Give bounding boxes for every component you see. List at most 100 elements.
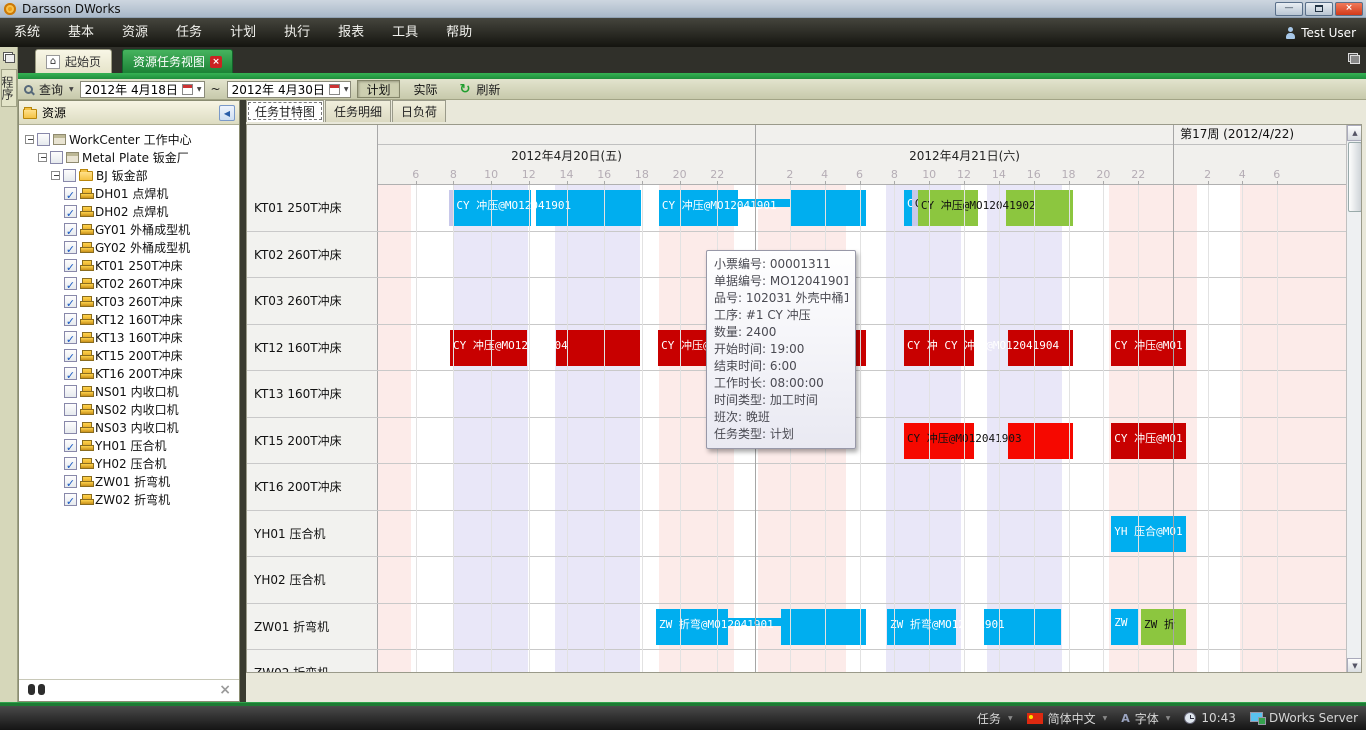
tree-item[interactable]: ZW01 折弯机 <box>19 472 239 490</box>
tree-checkbox[interactable] <box>64 367 77 380</box>
tree-item[interactable]: ZW02 折弯机 <box>19 490 239 508</box>
app-logo-gear-icon <box>4 3 16 15</box>
tree-item[interactable]: KT12 160T冲床 <box>19 310 239 328</box>
tree-checkbox[interactable] <box>64 223 77 236</box>
tree-item[interactable]: KT15 200T冲床 <box>19 346 239 364</box>
tree-item[interactable]: KT03 260T冲床 <box>19 292 239 310</box>
collapse-node-icon[interactable] <box>51 171 60 180</box>
window-list-icon[interactable] <box>1348 53 1360 64</box>
tree-item[interactable]: YH01 压合机 <box>19 436 239 454</box>
vertical-scrollbar[interactable]: ▲ ▼ <box>1346 125 1362 673</box>
tree-item[interactable]: WorkCenter 工作中心 <box>19 130 239 148</box>
gantt-tab-3[interactable]: 日负荷 <box>392 100 446 122</box>
tree-item[interactable]: DH02 点焊机 <box>19 202 239 220</box>
tree-checkbox[interactable] <box>64 439 77 452</box>
tab-resource-task-view[interactable]: 资源任务视图 <box>122 49 233 73</box>
tree-item[interactable]: KT01 250T冲床 <box>19 256 239 274</box>
close-button[interactable]: × <box>1335 2 1363 16</box>
tree-checkbox[interactable] <box>64 331 77 344</box>
menu-item-5[interactable]: 计划 <box>216 18 270 47</box>
tab-start-page[interactable]: 起始页 <box>35 49 112 73</box>
tree-checkbox[interactable] <box>64 205 77 218</box>
tree-item[interactable]: DH01 点焊机 <box>19 184 239 202</box>
status-item-clipboard[interactable]: 任务 <box>972 710 1013 727</box>
tree-checkbox[interactable] <box>64 259 77 272</box>
tree-checkbox[interactable] <box>64 457 77 470</box>
status-item-clock[interactable]: 10:43 <box>1184 711 1236 725</box>
menu-item-7[interactable]: 报表 <box>324 18 378 47</box>
tree-checkbox[interactable] <box>64 241 77 254</box>
vertical-scroll-thumb[interactable] <box>1348 142 1362 212</box>
date-from-dropdown-icon[interactable]: ▼ <box>197 86 202 93</box>
collapse-node-icon[interactable] <box>25 135 34 144</box>
tree-checkbox[interactable] <box>64 349 77 362</box>
tree-checkbox[interactable] <box>63 169 76 182</box>
tree-item-label: DH02 点焊机 <box>95 203 168 220</box>
tree-item[interactable]: BJ 钣金部 <box>19 166 239 184</box>
panel-close-icon[interactable] <box>219 682 231 698</box>
tree-checkbox[interactable] <box>64 403 77 416</box>
status-item-server[interactable]: DWorks Server <box>1250 711 1358 725</box>
program-panel-tab[interactable]: 程序 <box>1 69 17 107</box>
tree-item[interactable]: YH02 压合机 <box>19 454 239 472</box>
task-bar-label: CY 冲压@MO12041902 <box>918 197 1073 213</box>
date-from-field[interactable]: 2012年 4月18日 ▼ <box>80 81 205 98</box>
find-icon[interactable] <box>28 684 45 696</box>
menu-item-3[interactable]: 资源 <box>108 18 162 47</box>
status-item-flag[interactable]: 简体中文 <box>1027 710 1108 727</box>
menu-item-9[interactable]: 帮助 <box>432 18 486 47</box>
query-dropdown-icon[interactable]: ▼ <box>69 86 74 93</box>
tree-item[interactable]: GY01 外桶成型机 <box>19 220 239 238</box>
menu-item-8[interactable]: 工具 <box>378 18 432 47</box>
status-item-label: DWorks Server <box>1269 711 1358 725</box>
plan-toggle-button[interactable]: 计划 <box>357 80 399 98</box>
tree-checkbox[interactable] <box>64 493 77 506</box>
shift-band <box>555 371 640 417</box>
tree-checkbox[interactable] <box>64 385 77 398</box>
dock-windows-icon[interactable] <box>3 52 15 63</box>
tree-item[interactable]: KT13 160T冲床 <box>19 328 239 346</box>
calendar-icon[interactable] <box>329 84 340 95</box>
scroll-down-icon[interactable]: ▼ <box>1347 658 1362 673</box>
tree-item[interactable]: Metal Plate 钣金厂 <box>19 148 239 166</box>
tree-checkbox[interactable] <box>64 421 77 434</box>
tree-checkbox[interactable] <box>64 187 77 200</box>
collapse-node-icon[interactable] <box>38 153 47 162</box>
tree-checkbox[interactable] <box>50 151 63 164</box>
tree-checkbox[interactable] <box>64 277 77 290</box>
refresh-button[interactable]: 刷新 <box>476 81 500 98</box>
tree-item[interactable]: NS03 内收口机 <box>19 418 239 436</box>
gantt-corner-cell <box>247 125 378 185</box>
tree-item[interactable]: NS01 内收口机 <box>19 382 239 400</box>
tree-item[interactable]: NS02 内收口机 <box>19 400 239 418</box>
tree-checkbox[interactable] <box>64 295 77 308</box>
gantt-tab-1[interactable]: 任务甘特图 <box>246 100 324 122</box>
collapse-panel-button[interactable] <box>219 105 235 121</box>
minimize-button[interactable]: — <box>1275 2 1303 16</box>
machine-icon <box>80 367 92 380</box>
tree-item[interactable]: KT16 200T冲床 <box>19 364 239 382</box>
status-item-font[interactable]: A字体 <box>1121 710 1170 727</box>
tree-item[interactable]: KT02 260T冲床 <box>19 274 239 292</box>
building-icon <box>66 152 79 163</box>
scroll-up-icon[interactable]: ▲ <box>1347 125 1362 141</box>
menu-item-1[interactable]: 系统 <box>0 18 54 47</box>
tree-checkbox[interactable] <box>37 133 50 146</box>
menu-item-6[interactable]: 执行 <box>270 18 324 47</box>
query-button[interactable]: 查询 <box>39 81 63 98</box>
shift-band <box>1240 557 1346 603</box>
date-to-dropdown-icon[interactable]: ▼ <box>344 86 349 93</box>
menu-item-4[interactable]: 任务 <box>162 18 216 47</box>
tree-checkbox[interactable] <box>64 313 77 326</box>
menu-item-2[interactable]: 基本 <box>54 18 108 47</box>
date-to-field[interactable]: 2012年 4月30日 ▼ <box>227 81 352 98</box>
status-bar: 任务简体中文 A字体 10:43 DWorks Server <box>0 706 1366 730</box>
calendar-icon[interactable] <box>182 84 193 95</box>
shift-band <box>1240 185 1346 231</box>
actual-toggle-button[interactable]: 实际 <box>406 80 446 98</box>
maximize-button[interactable] <box>1305 2 1333 16</box>
close-tab-icon[interactable] <box>210 56 222 68</box>
tree-item[interactable]: GY02 外桶成型机 <box>19 238 239 256</box>
tree-checkbox[interactable] <box>64 475 77 488</box>
gantt-tab-2[interactable]: 任务明细 <box>325 100 391 122</box>
